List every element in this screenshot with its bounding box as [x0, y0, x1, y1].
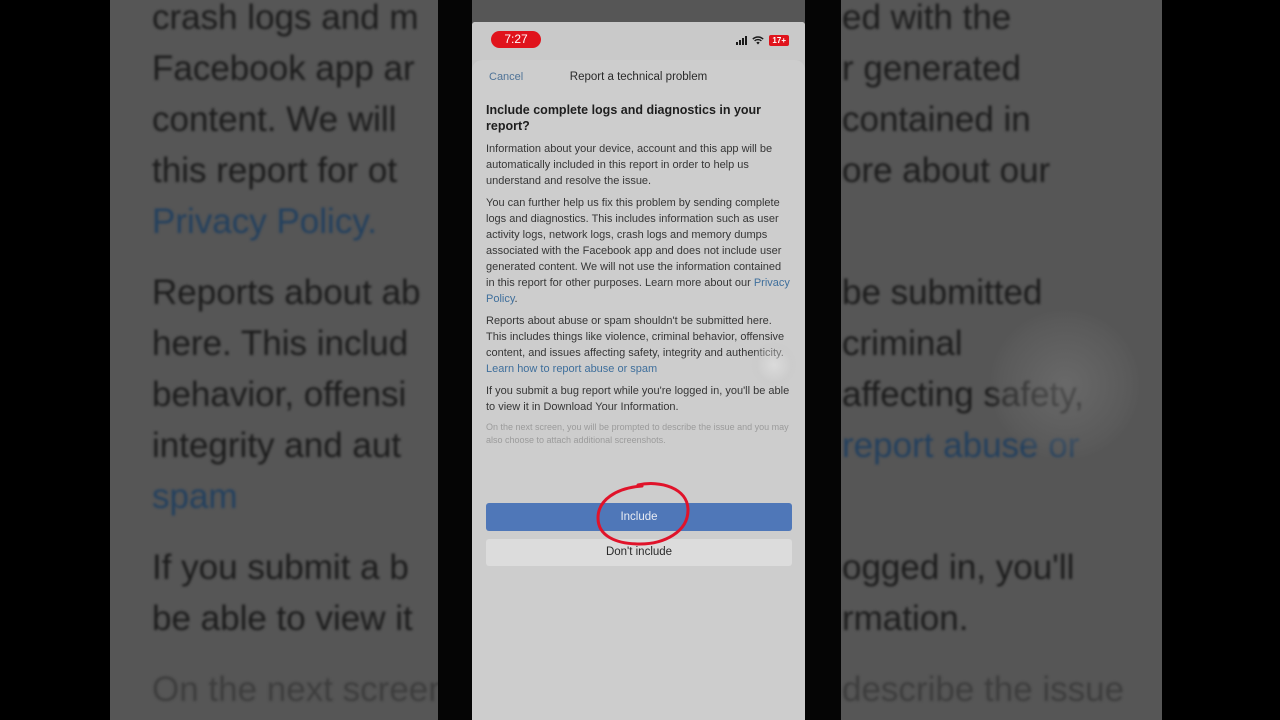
battery-icon: 17+: [769, 35, 789, 46]
bg-line: be able to view it: [152, 599, 413, 638]
dont-include-button[interactable]: Don't include: [486, 539, 792, 566]
sheet-title: Report a technical problem: [569, 71, 708, 83]
bg-line: this report for ot: [152, 151, 398, 190]
include-button[interactable]: Include: [486, 503, 792, 531]
report-problem-sheet: Cancel Report a technical problem Includ…: [472, 60, 805, 720]
bg-line: ed with the: [842, 0, 1012, 37]
bg-line: crash logs and m: [152, 0, 419, 37]
bg-line: rmation.: [842, 599, 969, 638]
bg-line: integrity and aut: [152, 426, 402, 465]
status-icons: 17+: [736, 35, 789, 46]
logs-paragraph-text: You can further help us fix this problem…: [486, 197, 782, 289]
bg-line: ore about our: [842, 151, 1051, 190]
bg-spacer: [842, 196, 1162, 247]
touch-indicator: [751, 342, 797, 388]
bg-line: ogged in, you'll: [842, 548, 1075, 587]
bg-line: On the next screen: [152, 670, 448, 709]
phone-frame-right-band: [805, 0, 841, 720]
report-abuse-link[interactable]: Learn how to report abuse or spam: [486, 363, 657, 375]
bg-spacer: [842, 471, 1162, 522]
next-screen-note: On the next screen, you will be prompted…: [486, 422, 789, 445]
bg-line: contained in: [842, 100, 1031, 139]
dialog-heading: Include complete logs and diagnostics in…: [486, 103, 762, 133]
bg-line: If you submit a b: [152, 548, 409, 587]
abuse-paragraph: Reports about abuse or spam shouldn't be…: [486, 313, 791, 377]
status-time: 7:27: [491, 31, 541, 48]
bg-line: Facebook app ar: [152, 49, 415, 88]
download-info-paragraph: If you submit a bug report while you're …: [486, 385, 790, 413]
bg-line: describe the issue: [842, 670, 1125, 709]
phone-frame-left-band: [438, 0, 472, 720]
bg-line: Reports about ab: [152, 273, 421, 312]
bg-line: r generated: [842, 49, 1022, 88]
sheet-nav-bar: Cancel Report a technical problem: [472, 60, 805, 96]
logs-paragraph: You can further help us fix this problem…: [486, 197, 790, 305]
info-paragraph: Information about your device, account a…: [486, 143, 773, 187]
background-left-text: crash logs and m Facebook app ar content…: [152, 0, 482, 715]
background-touch-indicator: [990, 310, 1140, 460]
bg-line-link: Privacy Policy.: [152, 202, 377, 241]
bg-line: be submitted: [842, 273, 1043, 312]
bg-line-link: spam: [152, 477, 238, 516]
bg-line: here. This includ: [152, 324, 409, 363]
wifi-icon: [752, 36, 765, 45]
abuse-paragraph-text: Reports about abuse or spam shouldn't be…: [486, 315, 785, 359]
bg-line: behavior, offensi: [152, 375, 407, 414]
bg-line: content. We will: [152, 100, 397, 139]
dialog-content: Include complete logs and diagnostics in…: [472, 96, 805, 447]
cellular-signal-icon: [736, 36, 748, 45]
status-bar: 7:27 17+: [472, 22, 805, 60]
